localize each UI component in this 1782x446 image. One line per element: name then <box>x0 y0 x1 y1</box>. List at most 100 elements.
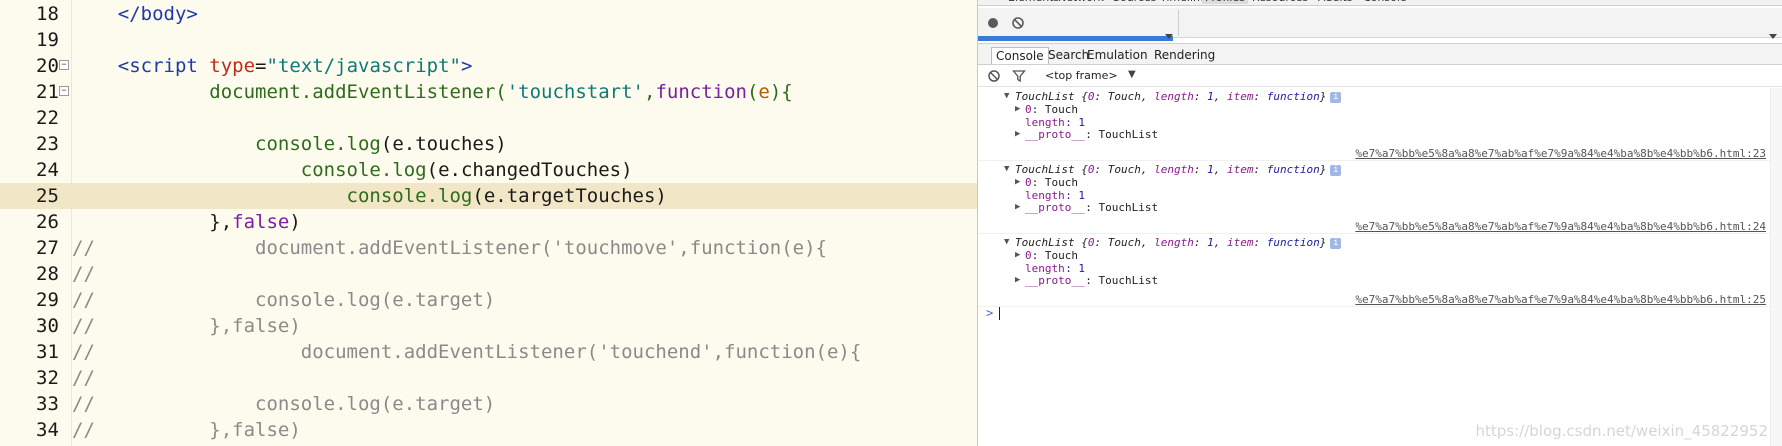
filter-icon[interactable] <box>1012 69 1026 83</box>
expand-triangle-icon[interactable]: ▶ <box>1015 176 1020 189</box>
code-text: document.addEventListener('touchstart',f… <box>72 79 793 105</box>
code-line[interactable]: 31 // document.addEventListener('touchend… <box>0 339 977 365</box>
frame-selector[interactable]: <top frame> <box>1045 69 1118 82</box>
fold-toggle-icon[interactable]: − <box>59 86 69 96</box>
chevron-down-icon[interactable] <box>1768 33 1778 41</box>
code-token: (e.targetTouches) <box>472 185 667 207</box>
code-line[interactable]: 19 <box>0 27 977 53</box>
object-close-brace: } <box>1319 236 1327 249</box>
code-token: }, <box>209 211 233 233</box>
code-line[interactable]: 20− <script type="text/javascript"> <box>0 53 977 79</box>
preview-value: function <box>1266 163 1320 176</box>
line-number: 31 <box>36 341 59 363</box>
drawer-tab-console[interactable]: Console <box>991 47 1049 64</box>
code-token: document.addEventListener( <box>209 81 507 103</box>
code-line[interactable]: 24 console.log(e.changedTouches) <box>0 157 977 183</box>
code-token: </body> <box>117 3 198 25</box>
tab-elements[interactable]: Elements <box>1008 0 1059 4</box>
code-token: e <box>758 81 770 103</box>
console-prompt[interactable]: > <box>986 306 1001 320</box>
tab-resources[interactable]: Resources <box>1252 0 1308 4</box>
expand-triangle-icon[interactable]: ▶ <box>1015 274 1020 287</box>
record-icon[interactable] <box>986 16 1000 30</box>
object-close-brace: } <box>1319 163 1327 176</box>
chevron-down-icon[interactable] <box>1164 33 1174 41</box>
expand-triangle-icon[interactable]: ▼ <box>1004 90 1009 103</box>
expand-triangle-icon[interactable]: ▼ <box>1004 236 1009 249</box>
code-line[interactable]: 22 <box>0 105 977 131</box>
tab-console[interactable]: Console <box>1363 0 1407 4</box>
source-link[interactable]: %e7%a7%bb%e5%8a%a8%e7%ab%af%e7%9a%84%e4%… <box>1355 293 1766 306</box>
line-number: 18 <box>36 3 59 25</box>
devtools-panel: ElementsNetwork SourcesTimelineProfiles Re… <box>977 0 1782 446</box>
code-line[interactable]: 26 },false) <box>0 209 977 235</box>
code-token: // console.log(e.target) <box>72 289 496 311</box>
source-link[interactable]: %e7%a7%bb%e5%8a%a8%e7%ab%af%e7%9a%84%e4%… <box>1355 220 1766 233</box>
code-line[interactable]: 33 // console.log(e.target) <box>0 391 977 417</box>
line-number: 27 <box>36 237 59 259</box>
console-message: ▼ TouchList {0: Touch, length: 1, item: f… <box>978 88 1782 161</box>
expand-triangle-icon[interactable]: ▶ <box>1015 103 1020 116</box>
tab-profiles[interactable]: Profiles <box>1202 0 1248 4</box>
drawer-tab-bar: Console Search Emulation Rendering <box>978 43 1782 65</box>
code-text: // console.log(e.target) <box>72 391 495 417</box>
code-token: ( <box>746 81 759 103</box>
tab-audits[interactable]: Audits <box>1318 0 1353 4</box>
line-number: 26 <box>36 211 59 233</box>
tab-network[interactable]: Network <box>1058 0 1104 4</box>
code-line[interactable]: 34 // },false) <box>0 417 977 443</box>
drawer-tab-emulation[interactable]: Emulation <box>1083 47 1152 64</box>
expand-triangle-icon[interactable]: ▶ <box>1015 128 1020 141</box>
code-token: ){ <box>769 81 793 103</box>
code-line[interactable]: 27 // document.addEventListener('touchmov… <box>0 235 977 261</box>
code-text: <script type="text/javascript"> <box>72 53 473 79</box>
clear-console-icon[interactable] <box>987 69 1001 83</box>
expand-triangle-icon[interactable]: ▼ <box>1004 163 1009 176</box>
console-scrollbar[interactable] <box>1770 88 1782 446</box>
code-text: // <box>72 365 95 391</box>
console-toolbar: <top frame> ▼ <box>978 65 1782 87</box>
preview-key: length <box>1154 90 1194 103</box>
property-value: : Touch <box>1031 249 1079 262</box>
tab-timeline[interactable]: Timeline <box>1160 0 1207 4</box>
preview-key: item <box>1226 236 1254 249</box>
toolbar-divider <box>1178 10 1179 36</box>
code-line[interactable]: 32 // <box>0 365 977 391</box>
drawer-tab-rendering[interactable]: Rendering <box>1150 47 1219 64</box>
info-icon[interactable]: i <box>1330 91 1342 103</box>
code-line[interactable]: 23 console.log(e.touches) <box>0 131 977 157</box>
line-number: 20 <box>36 55 59 77</box>
preview-value: Touch <box>1107 236 1141 249</box>
code-token: // <box>72 367 95 389</box>
code-token: > <box>460 55 473 77</box>
code-line[interactable]: 18 </body> <box>0 1 977 27</box>
property-key: __proto__ <box>1025 128 1085 142</box>
info-icon[interactable]: i <box>1330 237 1342 249</box>
code-line[interactable]: 30 // },false) <box>0 313 977 339</box>
info-icon[interactable]: i <box>1330 164 1342 176</box>
code-line[interactable]: 21− document.addEventListener('touchstar… <box>0 79 977 105</box>
object-preview: TouchList {0: Touch, length: 1, item: fu… <box>1015 90 1342 103</box>
code-line[interactable]: 28 // <box>0 261 977 287</box>
source-link[interactable]: %e7%a7%bb%e5%8a%a8%e7%ab%af%e7%9a%84%e4%… <box>1355 147 1766 160</box>
fold-toggle-icon[interactable]: − <box>59 60 69 70</box>
expand-triangle-icon[interactable]: ▶ <box>1015 201 1020 214</box>
tab-sources[interactable]: Sources <box>1113 0 1157 4</box>
expand-triangle-icon[interactable]: ▶ <box>1015 249 1020 262</box>
property-key: __proto__ <box>1025 201 1085 215</box>
property-key: length <box>1025 115 1065 129</box>
code-line-current[interactable]: 25 console.log(e.targetTouches) <box>0 183 977 209</box>
code-editor[interactable]: 18 </body> 19 20− <script type="text/javas… <box>0 0 977 446</box>
code-text: },false) <box>72 209 301 235</box>
frame-dropdown-icon[interactable]: ▼ <box>1128 69 1136 80</box>
object-close-brace: } <box>1319 90 1327 103</box>
object-preview: TouchList {0: Touch, length: 1, item: fu… <box>1015 163 1342 176</box>
code-text: // console.log(e.target) <box>72 287 495 313</box>
line-number: 29 <box>36 289 59 311</box>
code-line[interactable]: 29 // console.log(e.target) <box>0 287 977 313</box>
clear-icon[interactable] <box>1011 16 1025 30</box>
